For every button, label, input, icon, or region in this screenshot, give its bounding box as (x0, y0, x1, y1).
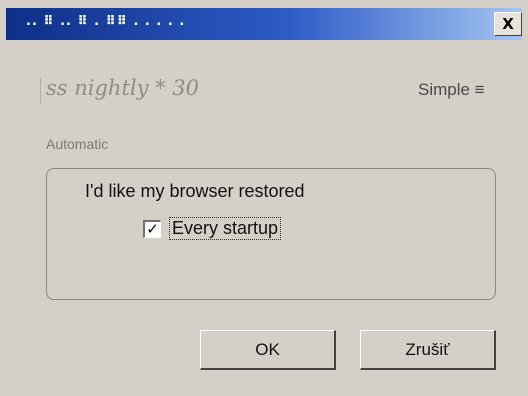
dialog-window: .. ⠿ .. ⠿ . ⠿⠿ . . . . . X ss nightly * … (0, 0, 528, 396)
close-icon: X (502, 15, 514, 33)
cancel-button[interactable]: Zrušiť (360, 330, 496, 370)
window-title: .. ⠿ .. ⠿ . ⠿⠿ . . . . . (26, 14, 186, 29)
app-logo-text: ss nightly * 30 (39, 76, 200, 104)
close-button[interactable]: X (494, 12, 522, 36)
group-heading: I'd like my browser restored (85, 181, 305, 201)
restore-options-group: I'd like my browser restored ✓ Every sta… (46, 168, 496, 300)
every-startup-checkbox[interactable]: ✓ (143, 219, 161, 238)
mode-toggle[interactable]: Simple ≡ (418, 80, 485, 100)
every-startup-label[interactable]: Every startup (169, 217, 282, 240)
ok-button[interactable]: OK (200, 330, 336, 370)
section-label: Automatic (46, 136, 109, 152)
every-startup-option[interactable]: ✓ Every startup (143, 217, 282, 240)
checkmark-icon: ✓ (146, 219, 159, 238)
titlebar: .. ⠿ .. ⠿ . ⠿⠿ . . . . . X (6, 8, 522, 40)
